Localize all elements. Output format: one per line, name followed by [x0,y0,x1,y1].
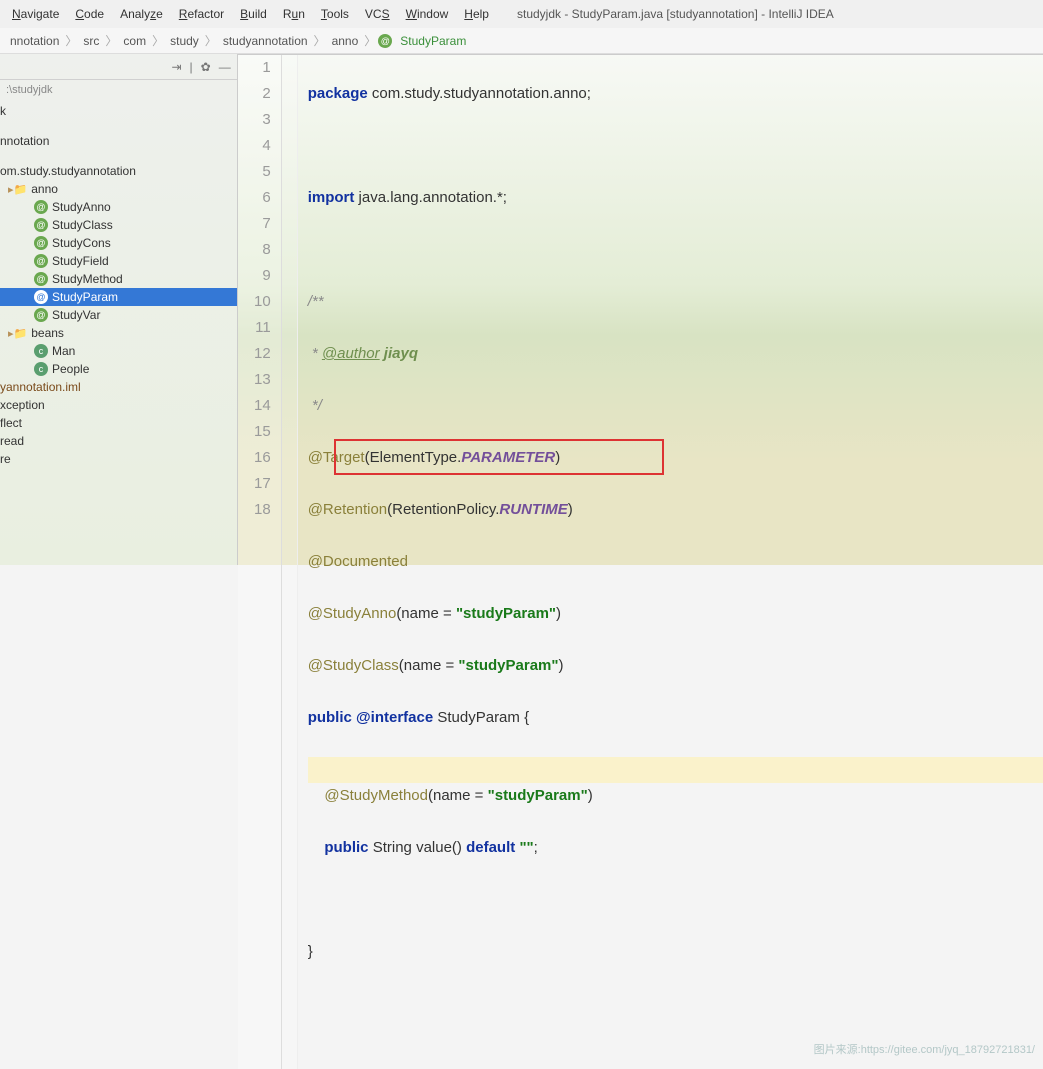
crumb-current[interactable]: StudyParam [396,32,470,50]
window-title: studyjdk - StudyParam.java [studyannotat… [517,7,834,21]
watermark-source: 图片来源:https://gitee.com/jyq_18792721831/ [814,1037,1035,1063]
tree-item-studyparam[interactable]: @StudyParam [0,288,237,306]
menu-build[interactable]: Build [232,3,275,25]
menu-run[interactable]: Run [275,3,313,25]
tree-item-studyvar[interactable]: @StudyVar [0,306,237,324]
collapse-icon[interactable]: ⇥ [171,60,181,74]
tree-tail-3[interactable]: re [0,450,237,468]
menu-code[interactable]: Code [67,3,112,25]
breadcrumb: nnotation〉 src〉 com〉 study〉 studyannotat… [0,28,1043,54]
menu-window[interactable]: Window [398,3,457,25]
tree-iml[interactable]: yannotation.iml [0,378,237,396]
menu-tools[interactable]: Tools [313,3,357,25]
crumb-src[interactable]: src [79,32,103,50]
menu-vcs[interactable]: VCS [357,3,398,25]
menu-navigate[interactable]: Navigate [4,3,67,25]
tree-dir-beans[interactable]: ▸📁beans [0,324,237,342]
gear-icon[interactable]: ✿ [201,60,211,74]
annotation-icon: @ [34,272,48,286]
folder-icon: ▸📁 [8,327,27,340]
annotation-icon: @ [34,218,48,232]
crumb-pkg[interactable]: studyannotation [219,32,312,50]
tree-tail-1[interactable]: flect [0,414,237,432]
hide-icon[interactable]: — [219,60,231,74]
line-gutter: 123456789101112131415161718 [238,55,282,1069]
folder-icon: ▸📁 [8,183,27,196]
menu-refactor[interactable]: Refactor [171,3,232,25]
gutter-marks [282,55,298,1069]
class-icon: c [34,362,48,376]
tree-dir-anno[interactable]: ▸📁anno [0,180,237,198]
tree-root[interactable]: k [0,102,237,120]
class-icon: c [34,344,48,358]
editor-area: cPeople.java✕ cMan.java✕ @StudyAnno.java… [238,54,1043,565]
crumb-study[interactable]: study [166,32,203,50]
annotation-icon: @ [34,290,48,304]
annotation-icon: @ [34,308,48,322]
source-text[interactable]: package com.study.studyannotation.anno; … [298,55,1043,1069]
annotation-icon: @ [378,34,392,48]
tree-item-man[interactable]: cMan [0,342,237,360]
crumb-com[interactable]: com [119,32,150,50]
menu-analyze[interactable]: Analyze [112,3,171,25]
annotation-icon: @ [34,254,48,268]
divider: | [190,60,193,74]
annotation-icon: @ [34,200,48,214]
tree-tail-2[interactable]: read [0,432,237,450]
tree-item-studycons[interactable]: @StudyCons [0,234,237,252]
crumb-root[interactable]: nnotation [6,32,63,50]
menu-bar: Navigate Code Analyze Refactor Build Run… [0,0,1043,28]
project-path: :\studyjdk [0,80,237,100]
tree-item-studymethod[interactable]: @StudyMethod [0,270,237,288]
project-sidebar: ⇥ | ✿ — :\studyjdk k nnotation om.study.… [0,54,238,565]
tree-item-studyanno[interactable]: @StudyAnno [0,198,237,216]
menu-help[interactable]: Help [456,3,497,25]
tree-item-people[interactable]: cPeople [0,360,237,378]
crumb-anno[interactable]: anno [328,32,363,50]
tree-pkg[interactable]: om.study.studyannotation [0,162,237,180]
annotation-icon: @ [34,236,48,250]
highlight-box [334,439,664,475]
tree-item-studyclass[interactable]: @StudyClass [0,216,237,234]
sidebar-toolbar: ⇥ | ✿ — [0,54,237,80]
tree-pkg-hdr[interactable]: nnotation [0,132,237,150]
project-tree: k nnotation om.study.studyannotation ▸📁a… [0,100,237,470]
tree-tail-0[interactable]: xception [0,396,237,414]
code-editor[interactable]: 123456789101112131415161718 package com.… [238,55,1043,1069]
tree-item-studyfield[interactable]: @StudyField [0,252,237,270]
